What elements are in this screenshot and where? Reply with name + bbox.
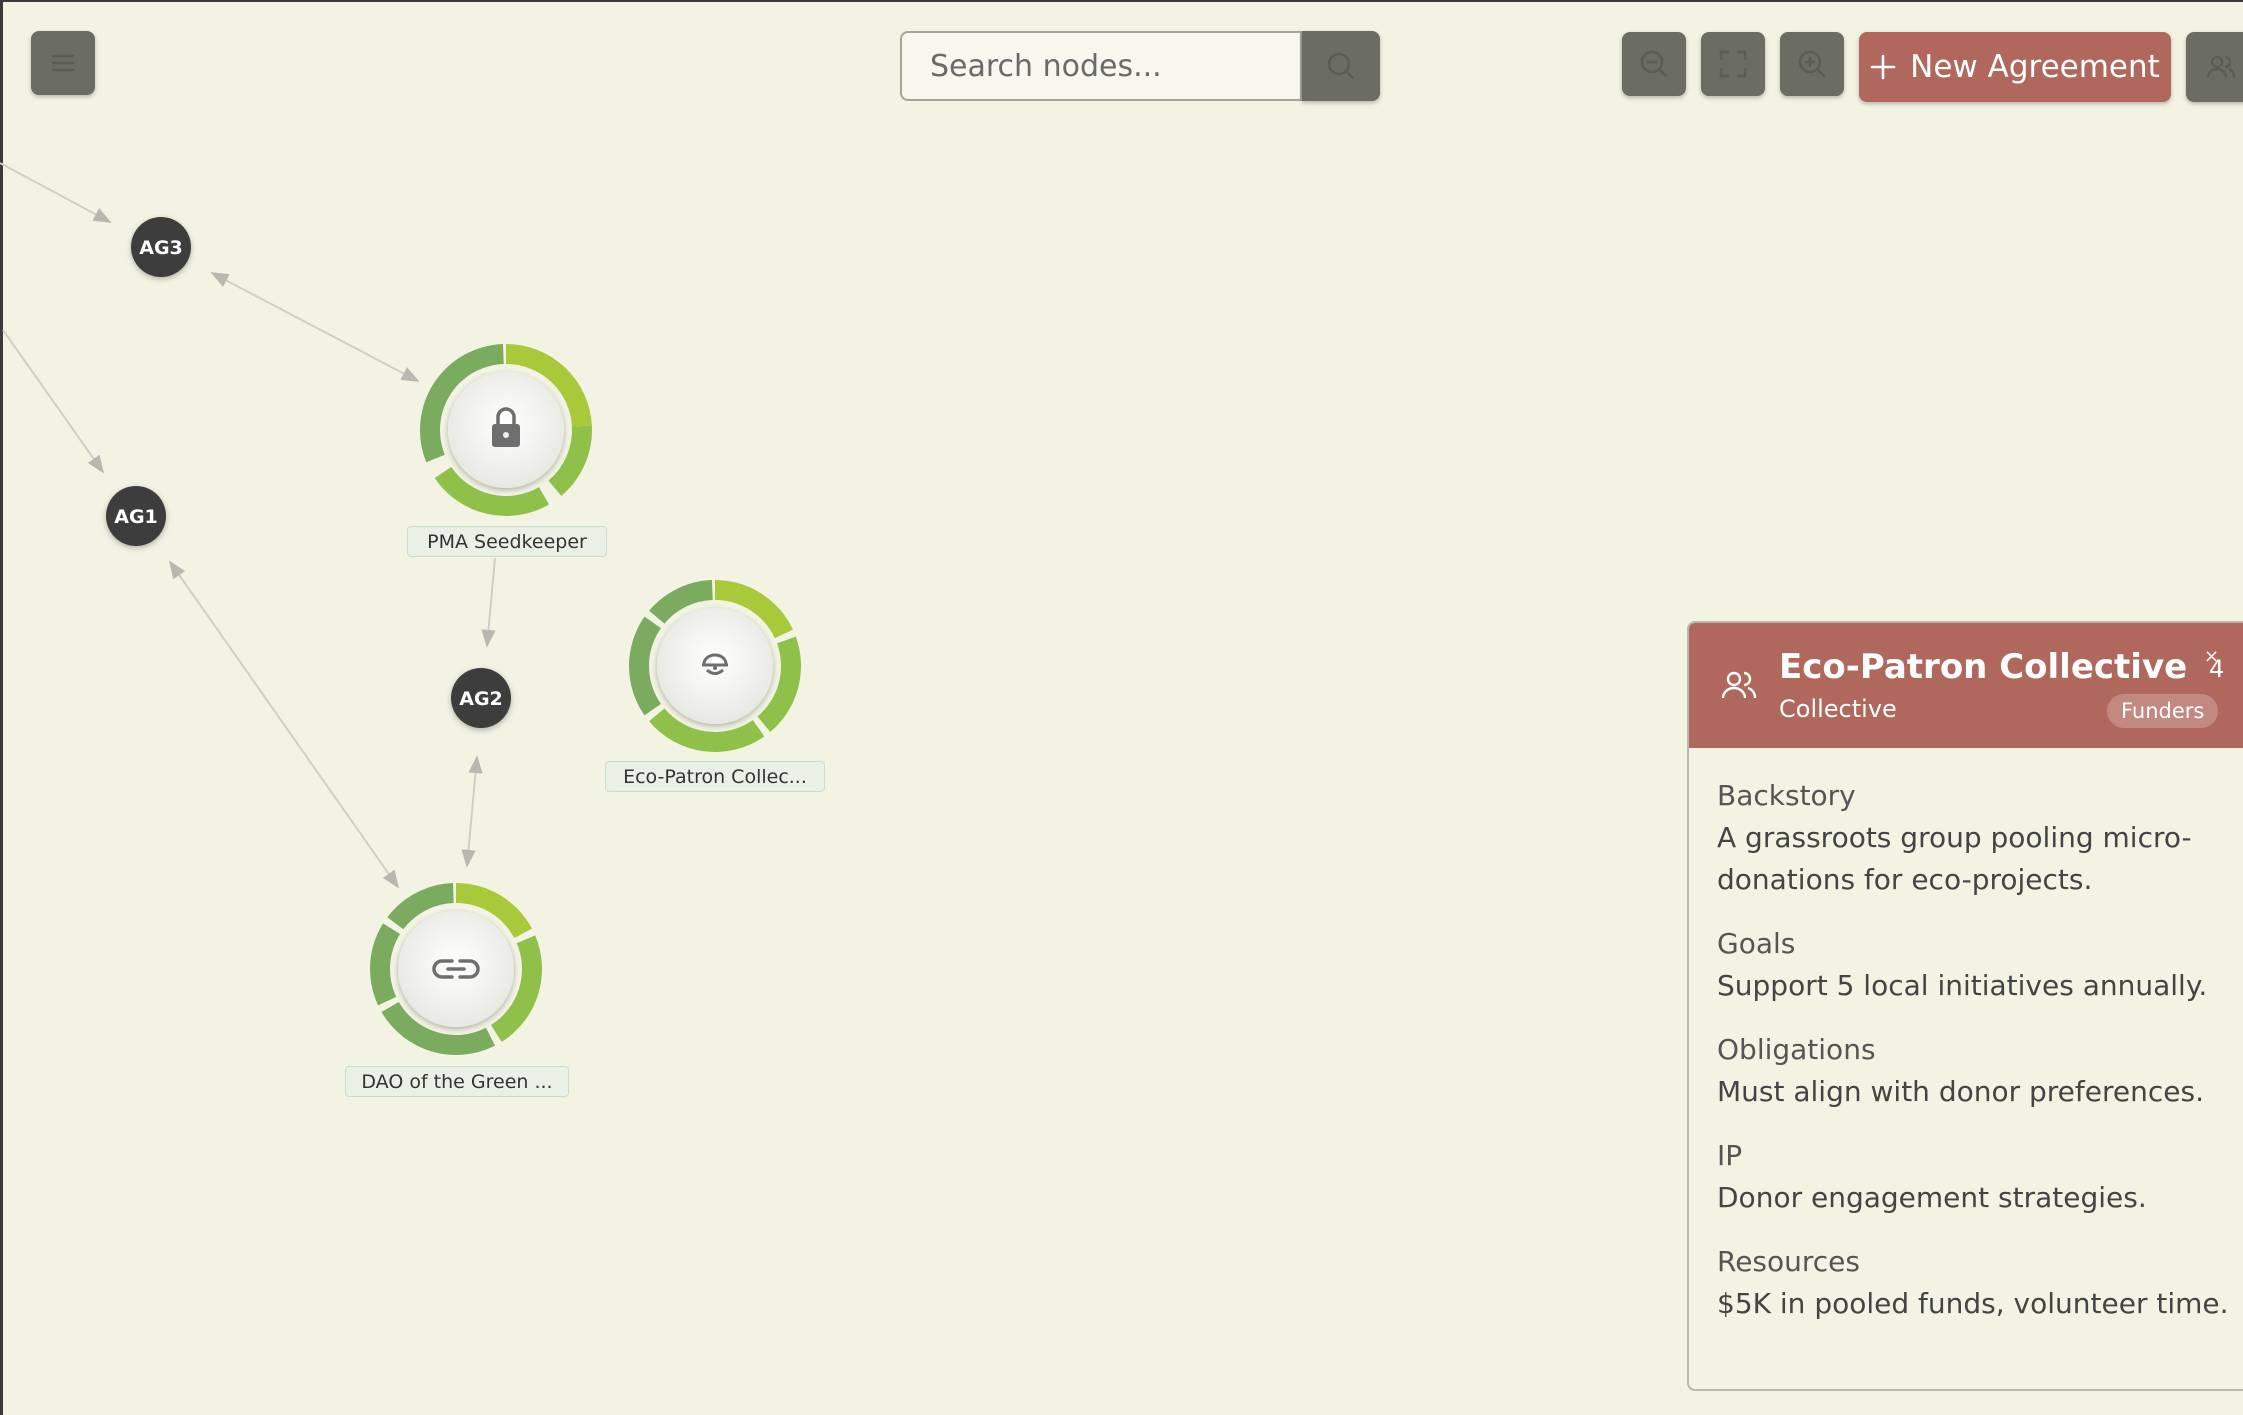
edge-ag2-dao — [461, 755, 483, 868]
ring-segment — [629, 616, 661, 716]
edge-pma-ag2 — [481, 557, 496, 648]
section-text: $5K in pooled funds, volunteer time. — [1717, 1287, 2229, 1320]
edge-ag3-pma — [210, 272, 420, 382]
section-text: Must align with donor preferences. — [1717, 1075, 2204, 1108]
zoom-out-button[interactable] — [1622, 32, 1686, 96]
agreement-node-ag1[interactable]: AG1 — [106, 486, 166, 546]
agreement-label: AG1 — [114, 506, 158, 528]
new-agreement-label: New Agreement — [1910, 49, 2160, 85]
users-icon — [1721, 671, 1757, 699]
section-text: A grassroots group pooling micro-donatio… — [1717, 821, 2192, 896]
edge-offscreen-ag1 — [2, 329, 105, 474]
agreement-node-ag2[interactable]: AG2 — [451, 668, 511, 728]
panel-subtitle: Collective — [1779, 695, 1897, 723]
section-title: Goals — [1717, 927, 1796, 960]
agreement-label: AG3 — [139, 237, 183, 259]
agreement-node-ag3[interactable]: AG3 — [131, 217, 191, 277]
category-badge: Funders — [2107, 694, 2219, 728]
section-title: Backstory — [1717, 779, 1856, 812]
section-text: Support 5 local initiatives annually. — [1717, 969, 2208, 1002]
ring-segment — [369, 923, 401, 1006]
panel-body: Backstory A grassroots group pooling mic… — [1717, 775, 2235, 1347]
node-label-dao-of-the-green[interactable]: DAO of the Green ... — [345, 1066, 569, 1097]
new-agreement-button[interactable]: New Agreement — [1859, 32, 2171, 102]
entity-node-pma-seedkeeper[interactable] — [420, 344, 592, 516]
section-title: IP — [1717, 1139, 1743, 1172]
section-title: Resources — [1717, 1245, 1860, 1278]
section-title: Obligations — [1717, 1033, 1876, 1066]
entity-node-dao-of-the-green[interactable] — [369, 883, 542, 1055]
users-icon — [2206, 55, 2236, 78]
zoom-in-icon — [1798, 50, 1826, 78]
node-details-panel: Eco-Patron Collective Collective × 4 Fun… — [1687, 621, 2243, 1391]
plus-icon — [1870, 54, 1896, 80]
fullscreen-icon — [1719, 50, 1747, 78]
hamburger-icon — [51, 54, 75, 72]
node-label-eco-patron-collective[interactable]: Eco-Patron Collec... — [605, 761, 825, 792]
menu-button[interactable] — [31, 31, 95, 95]
edges — [0, 162, 496, 889]
search-input[interactable] — [900, 31, 1302, 101]
panel-header: Eco-Patron Collective Collective × 4 Fun… — [1689, 623, 2243, 748]
zoom-in-button[interactable] — [1780, 32, 1844, 96]
section-text: Donor engagement strategies. — [1717, 1181, 2147, 1214]
entity-node-eco-patron-collective[interactable] — [629, 580, 801, 753]
section-resources: Resources $5K in pooled funds, volunteer… — [1717, 1241, 2235, 1325]
fit-view-button[interactable] — [1701, 32, 1765, 96]
search-button[interactable] — [1302, 31, 1380, 101]
zoom-out-icon — [1640, 50, 1668, 78]
users-button[interactable] — [2186, 32, 2243, 102]
section-ip: IP Donor engagement strategies. — [1717, 1135, 2235, 1219]
edge-offscreen-ag3 — [0, 162, 112, 223]
panel-count: 4 — [2209, 655, 2225, 683]
section-obligations: Obligations Must align with donor prefer… — [1717, 1029, 2235, 1113]
edge-ag1-dao — [168, 560, 400, 889]
node-label-pma-seedkeeper[interactable]: PMA Seedkeeper — [407, 526, 607, 557]
section-goals: Goals Support 5 local initiatives annual… — [1717, 923, 2235, 1007]
panel-title: Eco-Patron Collective — [1779, 647, 2188, 687]
search-icon — [1327, 52, 1355, 80]
section-backstory: Backstory A grassroots group pooling mic… — [1717, 775, 2235, 901]
agreement-label: AG2 — [459, 688, 503, 710]
